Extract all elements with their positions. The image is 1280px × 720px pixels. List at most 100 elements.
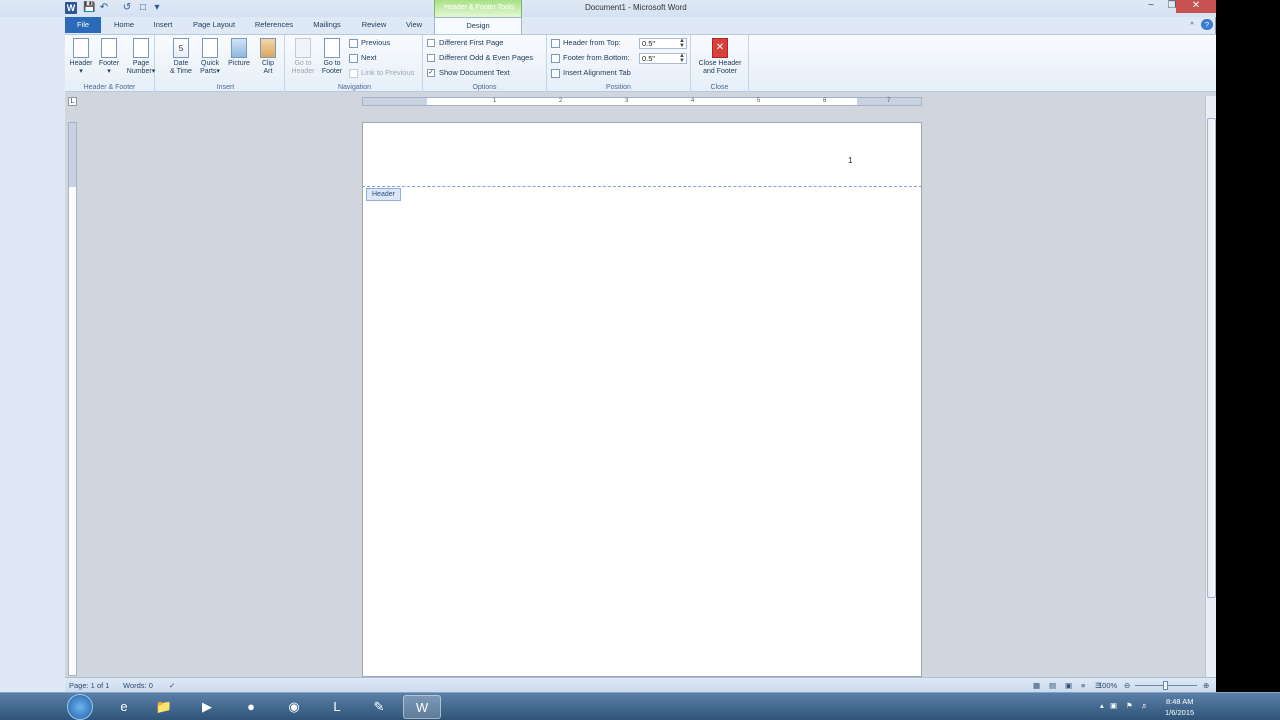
minimize-ribbon-icon[interactable]: ^	[1186, 17, 1198, 33]
go-to-header-label-2: Header	[291, 68, 315, 75]
window-title: Document1 - Microsoft Word	[585, 3, 687, 12]
ruler-number: 5	[757, 98, 761, 104]
word-count[interactable]: Words: 0	[123, 678, 153, 693]
internet-explorer-icon[interactable]: e	[105, 695, 143, 719]
scrollbar-thumb[interactable]	[1207, 118, 1216, 598]
flag-icon[interactable]: ⚑	[1126, 701, 1133, 710]
taskbar: e 📁 ▶ ● ◉ L ✎ W ▴ ▣ ⚑ ♬ 8:48 AM 1/6/2015	[0, 692, 1280, 720]
tab-design[interactable]: Design	[434, 17, 522, 34]
link-to-previous-button[interactable]: Link to Previous	[349, 67, 414, 79]
previous-button[interactable]: Previous	[349, 37, 390, 49]
footer-from-bottom-label: Footer from Bottom:	[563, 53, 630, 62]
horizontal-ruler[interactable]: 1 2 3 4 5 6 7	[362, 97, 922, 106]
word-app-icon[interactable]: W	[65, 2, 77, 14]
close-window-button[interactable]: ✕	[1176, 0, 1216, 13]
tab-review[interactable]: Review	[355, 17, 393, 33]
calendar-icon: 5	[173, 38, 189, 58]
document-page[interactable]	[362, 122, 922, 677]
picture-icon	[231, 38, 247, 58]
checkmark-icon: ✓	[427, 69, 435, 78]
page-count[interactable]: Page: 1 of 1	[69, 678, 109, 693]
paint-icon[interactable]: ✎	[360, 695, 398, 719]
save-icon[interactable]: 💾	[83, 2, 95, 14]
vertical-ruler[interactable]	[68, 122, 77, 676]
go-to-footer-icon	[324, 38, 340, 58]
footer-from-bottom-value: 0.5"	[642, 54, 656, 63]
group-label-close: Close	[710, 84, 729, 91]
full-screen-view-icon[interactable]: ▤	[1049, 678, 1056, 693]
header-boundary-line	[362, 186, 922, 187]
help-icon[interactable]: ?	[1201, 19, 1213, 30]
header-tag: Header	[366, 188, 401, 201]
title-bar: W 💾 ↶ ↺ □ ▾ Document1 - Microsoft Word −…	[0, 0, 1216, 17]
tab-view[interactable]: View	[399, 17, 429, 33]
zoom-slider-thumb[interactable]	[1163, 681, 1168, 690]
file-explorer-icon[interactable]: 📁	[145, 695, 183, 719]
different-odd-even-checkbox[interactable]: Different Odd & Even Pages	[427, 52, 533, 64]
screen-margin	[1216, 0, 1280, 692]
proofing-icon[interactable]: ✓	[169, 678, 175, 693]
lync-icon[interactable]: L	[318, 695, 356, 719]
tab-mailings[interactable]: Mailings	[306, 17, 348, 33]
ruler-number: 6	[823, 98, 827, 104]
redo-icon[interactable]: ↺	[121, 2, 133, 14]
show-document-text-checkbox[interactable]: ✓ Show Document Text	[427, 67, 510, 79]
qat-customize-icon[interactable]: ▾	[151, 2, 163, 14]
tab-file[interactable]: File	[65, 17, 101, 33]
minimize-button[interactable]: −	[1140, 0, 1162, 13]
print-layout-view-icon[interactable]: ▦	[1033, 678, 1040, 693]
tab-references[interactable]: References	[249, 17, 299, 33]
picture-button[interactable]: Picture	[225, 38, 253, 82]
go-to-header-icon	[295, 38, 311, 58]
web-layout-view-icon[interactable]: ▣	[1065, 678, 1072, 693]
page-number-button[interactable]: Page Number▾	[125, 38, 157, 82]
chrome-icon[interactable]: ◉	[275, 695, 313, 719]
go-to-footer-button[interactable]: Go to Footer	[318, 38, 346, 82]
tab-insert[interactable]: Insert	[147, 17, 179, 33]
tab-page-layout[interactable]: Page Layout	[187, 17, 241, 33]
spinner-arrows-icon[interactable]: ▲ ▼	[679, 53, 685, 64]
different-odd-even-label: Different Odd & Even Pages	[439, 53, 534, 62]
zoom-out-icon[interactable]: ⊖	[1124, 678, 1130, 693]
spinner-arrows-icon[interactable]: ▲ ▼	[679, 38, 685, 49]
next-button[interactable]: Next	[349, 52, 376, 64]
zoom-slider[interactable]	[1135, 681, 1197, 690]
volume-icon[interactable]: ♬	[1141, 701, 1149, 710]
different-first-page-checkbox[interactable]: Different First Page	[427, 37, 503, 49]
word-taskbar-icon[interactable]: W	[403, 695, 441, 719]
footer-from-bottom-spinner[interactable]: 0.5" ▲ ▼	[639, 53, 687, 64]
zoom-level[interactable]: 100%	[1098, 678, 1117, 693]
clock-time[interactable]: 8:48 AM	[1166, 697, 1194, 706]
zoom-in-icon[interactable]: ⊕	[1203, 678, 1209, 693]
tab-selector-icon[interactable]: L	[68, 97, 77, 106]
media-player-icon[interactable]: ▶	[188, 695, 226, 719]
vertical-scrollbar[interactable]	[1205, 96, 1216, 677]
insert-alignment-tab-button[interactable]: Insert Alignment Tab	[551, 67, 631, 79]
outline-view-icon[interactable]: ≡	[1081, 678, 1085, 693]
clip-art-icon	[260, 38, 276, 58]
undo-icon[interactable]: ↶	[98, 2, 110, 14]
ruler-number: 1	[493, 98, 497, 104]
group-label-position: Position	[606, 84, 631, 91]
header-from-top-spinner[interactable]: 0.5" ▲ ▼	[639, 38, 687, 49]
tab-home[interactable]: Home	[108, 17, 140, 33]
header-button[interactable]: Header ▾	[67, 38, 95, 82]
ruler-number: 2	[559, 98, 563, 104]
start-button[interactable]	[67, 694, 93, 720]
quick-parts-label-2: Parts	[200, 68, 217, 75]
page-number-field[interactable]: 1	[848, 156, 852, 165]
tray-arrow-icon[interactable]: ▴	[1100, 701, 1104, 710]
ruler-top-margin	[69, 123, 76, 187]
clock-date[interactable]: 1/6/2015	[1165, 708, 1194, 717]
go-to-header-button[interactable]: Go to Header	[289, 38, 317, 82]
new-doc-icon[interactable]: □	[137, 2, 149, 14]
firefox-icon[interactable]: ●	[232, 695, 270, 719]
date-time-button[interactable]: 5 Date & Time	[167, 38, 195, 82]
group-insert: 5 Date & Time Quick Parts▾ Picture Clip Art …	[167, 35, 285, 92]
network-icon[interactable]: ▣	[1110, 701, 1117, 710]
footer-position-icon	[551, 53, 560, 63]
clip-art-button[interactable]: Clip Art	[254, 38, 282, 82]
footer-button[interactable]: Footer ▾	[95, 38, 123, 82]
close-header-footer-button[interactable]: ✕ Close Header and Footer	[693, 38, 747, 82]
quick-parts-button[interactable]: Quick Parts▾	[196, 38, 224, 82]
